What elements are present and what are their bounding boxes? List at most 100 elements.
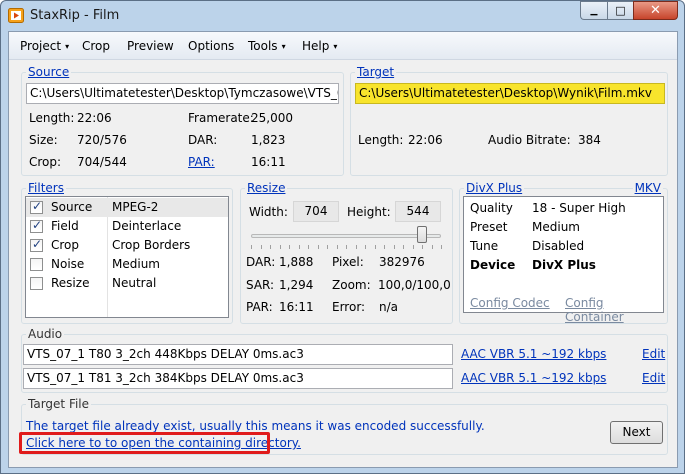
slider-tick (289, 245, 290, 249)
close-icon: ✕ (650, 3, 661, 18)
title-bar[interactable]: StaxRip - Film ▁ □ ✕ (1, 1, 684, 31)
maximize-button[interactable]: □ (607, 1, 633, 20)
preset-value: Medium (532, 220, 580, 234)
menu-options[interactable]: Options (188, 39, 234, 53)
checkmark-icon: ✓ (32, 199, 43, 213)
resize-dar-value: 1,888 (279, 255, 314, 269)
dropdown-arrow-icon: ▾ (281, 42, 286, 51)
source-link[interactable]: Source (26, 65, 72, 79)
filter-name: Noise (51, 257, 85, 271)
filter-row-noise[interactable]: Noise Medium (26, 255, 228, 274)
filter-row-resize[interactable]: Resize Neutral (26, 274, 228, 293)
encoder-group: DivX Plus MKV Quality 18 - Super High Pr… (459, 181, 668, 324)
height-input[interactable]: 544 (395, 201, 441, 222)
source-group: Source C:\Users\Ultimatetester\Desktop\T… (21, 65, 344, 176)
tune-value: Disabled (532, 239, 585, 253)
filter-name: Resize (51, 276, 90, 290)
highlight-annotation-box (19, 432, 270, 454)
target-length-label: Length: (358, 133, 404, 147)
filter-name: Source (51, 200, 93, 214)
menu-bar: Project ▾ Crop Preview Options Tools ▾ Hel… (9, 32, 677, 60)
audio-track-2-edit[interactable]: Edit (642, 371, 665, 385)
config-container-link[interactable]: Config Container (565, 296, 663, 324)
filter-value: MPEG-2 (112, 200, 159, 214)
width-input[interactable]: 704 (293, 201, 339, 222)
menu-label: Options (188, 39, 235, 53)
resize-link[interactable]: Resize (245, 181, 288, 195)
framerate-label: Framerate: (188, 111, 254, 125)
source-path-field[interactable]: C:\Users\Ultimatetester\Desktop\Tymczaso… (26, 83, 339, 104)
close-button[interactable]: ✕ (633, 1, 678, 20)
menu-help[interactable]: Help ▾ (302, 39, 337, 53)
slider-tick (412, 245, 414, 249)
filter-row-source[interactable]: ✓ Source MPEG-2 (26, 198, 228, 217)
slider-tick (346, 245, 347, 249)
par-link[interactable]: PAR: (188, 155, 215, 169)
audio-bitrate-label: Audio Bitrate: (488, 133, 571, 147)
maximize-icon: □ (615, 4, 626, 17)
filter-checkbox[interactable]: ✓ (30, 237, 43, 252)
encoder-options-list[interactable]: Quality 18 - Super High Preset Medium Tu… (463, 196, 664, 324)
dropdown-arrow-icon: ▾ (65, 42, 70, 51)
slider-tick (393, 245, 395, 249)
zoom-value: 100,0/100,0 (378, 278, 451, 292)
filter-row-crop[interactable]: ✓ Crop Crop Borders (26, 236, 228, 255)
filter-checkbox[interactable]: ✓ (30, 199, 43, 214)
target-path-field[interactable]: C:\Users\Ultimatetester\Desktop\Wynik\Fi… (355, 83, 665, 104)
menu-label: Preview (127, 39, 174, 53)
filter-value: Deinterlace (112, 219, 182, 233)
filters-group: Filters ✓ Source MPEG-2 ✓ Field Deinterl… (21, 181, 233, 324)
slider-tick (270, 245, 271, 249)
container-link[interactable]: MKV (632, 181, 663, 195)
audio-track-1-edit[interactable]: Edit (642, 347, 665, 361)
target-file-label: Target File (26, 397, 92, 411)
pixel-label: Pixel: (332, 255, 364, 269)
sar-value: 1,294 (279, 278, 314, 292)
target-link[interactable]: Target (355, 65, 397, 79)
encoder-link[interactable]: DivX Plus (464, 181, 525, 195)
config-codec-link[interactable]: Config Codec (470, 296, 550, 310)
length-value: 22:06 (77, 111, 112, 125)
staxrip-app-icon (8, 8, 24, 23)
filter-value: Crop Borders (112, 238, 191, 252)
crop-label: Crop: (29, 155, 62, 169)
filter-row-field[interactable]: ✓ Field Deinterlace (26, 217, 228, 236)
height-label: Height: (347, 205, 391, 219)
filters-link[interactable]: Filters (26, 181, 66, 195)
slider-tick (260, 245, 262, 249)
resize-slider-thumb[interactable] (417, 226, 427, 243)
minimize-button[interactable]: ▁ (580, 1, 607, 20)
resize-par-value: 16:11 (279, 300, 314, 314)
filter-checkbox[interactable]: ✓ (30, 218, 43, 233)
filter-value: Medium (112, 257, 160, 271)
menu-crop[interactable]: Crop (82, 39, 110, 53)
menu-project[interactable]: Project ▾ (20, 39, 69, 53)
audio-label: Audio (26, 327, 65, 341)
dar-value: 1,823 (251, 133, 286, 147)
audio-track-1-file[interactable]: VTS_07_1 T80 3_2ch 448Kbps DELAY 0ms.ac3 (23, 344, 453, 365)
device-value: DivX Plus (532, 258, 596, 272)
tune-label: Tune (470, 239, 499, 253)
app-window: StaxRip - Film ▁ □ ✕ Project ▾ Crop Previ… (0, 0, 685, 474)
filter-checkbox[interactable] (30, 258, 43, 271)
audio-group: Audio VTS_07_1 T80 3_2ch 448Kbps DELAY 0… (21, 327, 668, 393)
resize-slider-track[interactable] (251, 234, 441, 238)
quality-label: Quality (470, 201, 513, 215)
slider-tick (441, 245, 442, 249)
slider-tick (327, 245, 328, 249)
audio-track-2-file[interactable]: VTS_07_1 T81 3_2ch 384Kbps DELAY 0ms.ac3 (23, 368, 453, 389)
menu-preview[interactable]: Preview (127, 39, 174, 53)
target-group: Target C:\Users\Ultimatetester\Desktop\W… (350, 65, 668, 176)
audio-track-2-profile[interactable]: AAC VBR 5.1 ~192 kbps (461, 371, 606, 385)
next-button[interactable]: Next (610, 421, 663, 444)
length-label: Length: (29, 111, 75, 125)
error-label: Error: (332, 300, 366, 314)
filter-checkbox[interactable] (30, 277, 43, 290)
filters-list[interactable]: ✓ Source MPEG-2 ✓ Field Deinterlace ✓ Cr… (25, 196, 229, 318)
slider-tick (279, 245, 281, 249)
audio-track-1-profile[interactable]: AAC VBR 5.1 ~192 kbps (461, 347, 606, 361)
menu-tools[interactable]: Tools ▾ (248, 39, 286, 53)
menu-label: Tools (248, 39, 278, 53)
filter-value: Neutral (112, 276, 157, 290)
resize-dar-label: DAR: (246, 255, 276, 269)
